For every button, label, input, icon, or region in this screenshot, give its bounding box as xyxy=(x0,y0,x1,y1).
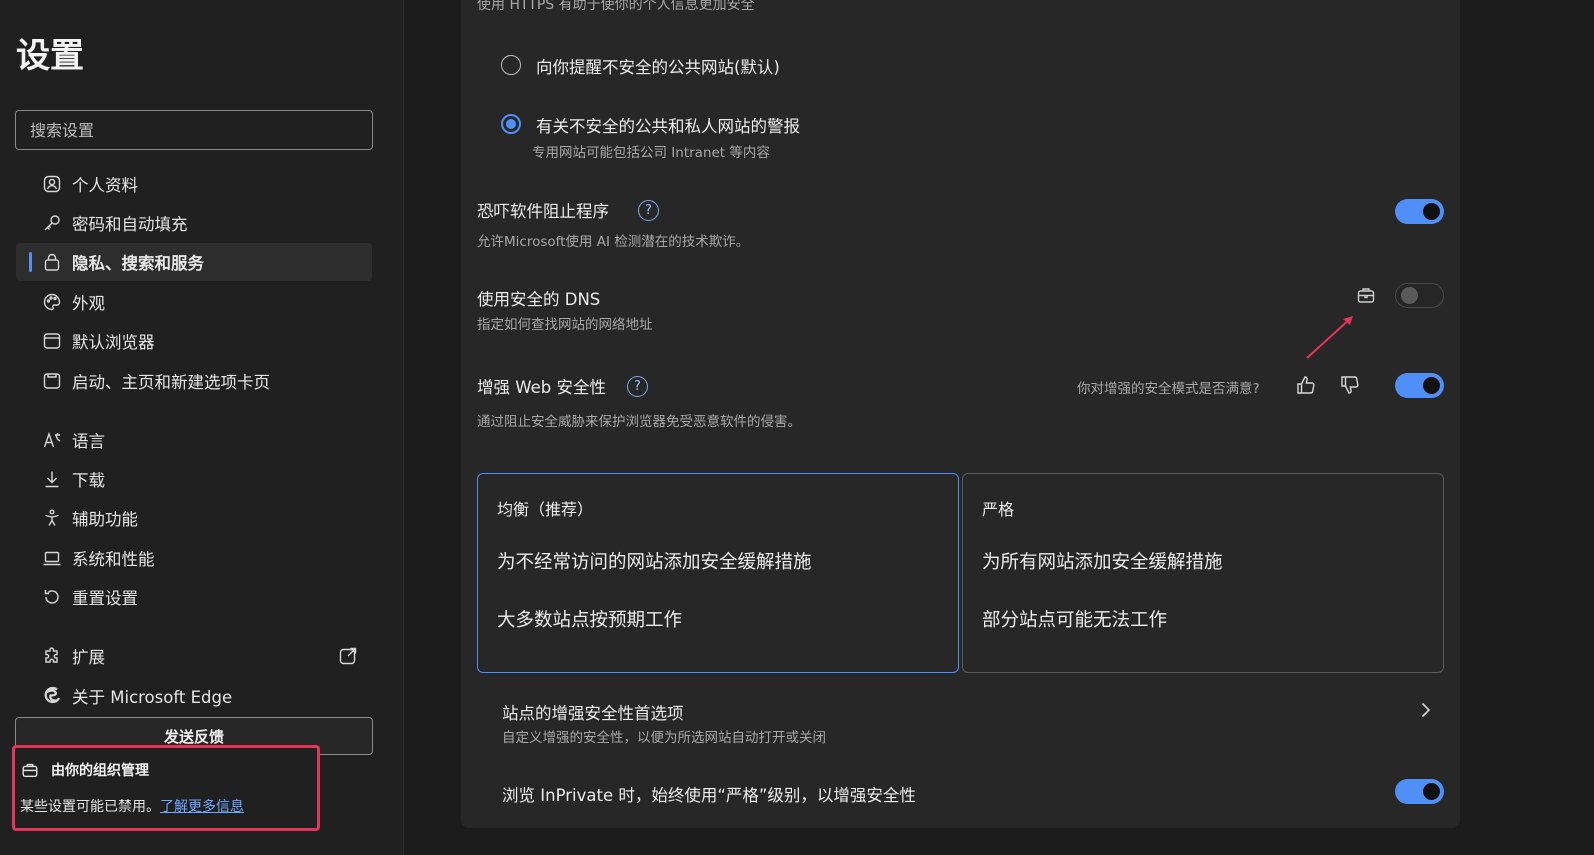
sidebar-item-extensions[interactable]: 扩展 xyxy=(16,637,372,675)
sidebar-item-language[interactable]: 语言 xyxy=(16,421,372,459)
scareware-blocker-label: 恐吓软件阻止程序 xyxy=(477,202,609,221)
learn-more-link[interactable]: 了解更多信息 xyxy=(160,799,244,815)
secure-dns-label: 使用安全的 DNS xyxy=(477,290,601,309)
download-icon xyxy=(42,469,62,489)
managed-text: 某些设置可能已禁用。了解更多信息 xyxy=(20,796,244,816)
sidebar-item-label: 重置设置 xyxy=(72,589,138,608)
enhanced-security-toggle[interactable] xyxy=(1395,373,1444,398)
managed-by-org-notice: 由你的组织管理 某些设置可能已禁用。了解更多信息 xyxy=(12,745,320,831)
secure-dns-toggle[interactable] xyxy=(1395,283,1444,308)
balanced-line1: 为不经常访问的网站添加安全缓解措施 xyxy=(497,552,812,573)
radio-warn-public-label: 向你提醒不安全的公共网站(默认) xyxy=(536,58,780,77)
sidebar-item-label: 系统和性能 xyxy=(72,550,155,569)
briefcase-icon xyxy=(1356,285,1376,305)
radio-warn-public-private-desc: 专用网站可能包括公司 Intranet 等内容 xyxy=(532,145,770,161)
page-title: 设置 xyxy=(16,36,84,76)
sidebar-item-startup[interactable]: 启动、主页和新建选项卡页 xyxy=(16,362,372,400)
radio-warn-public[interactable] xyxy=(501,55,521,75)
strict-title: 严格 xyxy=(982,500,1015,519)
radio-warn-public-private-label: 有关不安全的公共和私人网站的警报 xyxy=(536,117,800,136)
annotation-arrow xyxy=(1306,316,1353,359)
sidebar-item-label: 启动、主页和新建选项卡页 xyxy=(72,373,270,392)
balanced-line2: 大多数站点按预期工作 xyxy=(497,610,683,631)
scareware-blocker-toggle[interactable] xyxy=(1395,199,1444,224)
sidebar-item-profile[interactable]: 个人资料 xyxy=(16,165,372,203)
radio-warn-public-private[interactable] xyxy=(501,114,521,134)
browser-icon xyxy=(42,331,62,351)
sidebar-item-passwords[interactable]: 密码和自动填充 xyxy=(16,204,372,242)
puzzle-icon xyxy=(42,646,62,666)
palette-icon xyxy=(42,292,62,312)
external-link-icon[interactable] xyxy=(338,646,358,666)
edge-icon xyxy=(42,686,62,706)
inprivate-strict-toggle[interactable] xyxy=(1395,779,1444,804)
sidebar-item-label: 密码和自动填充 xyxy=(72,215,188,234)
sidebar-item-label: 关于 Microsoft Edge xyxy=(72,688,233,707)
key-icon xyxy=(42,213,62,233)
briefcase-icon xyxy=(22,763,38,777)
sidebar-item-system[interactable]: 系统和性能 xyxy=(16,539,372,577)
sidebar-item-label: 辅助功能 xyxy=(72,510,138,529)
language-icon xyxy=(42,430,62,450)
home-icon xyxy=(42,371,62,391)
inprivate-strict-label: 浏览 InPrivate 时，始终使用“严格”级别，以增强安全性 xyxy=(502,786,916,805)
sidebar-item-appearance[interactable]: 外观 xyxy=(16,283,372,321)
enhanced-security-label: 增强 Web 安全性 xyxy=(477,378,606,397)
balanced-level-card[interactable]: 均衡（推荐） 为不经常访问的网站添加安全缓解措施 大多数站点按预期工作 xyxy=(477,473,959,673)
sidebar-item-privacy[interactable]: 隐私、搜索和服务 xyxy=(16,243,372,281)
chevron-right-icon xyxy=(1415,700,1435,720)
sidebar-item-about[interactable]: 关于 Microsoft Edge xyxy=(16,677,372,715)
sidebar-item-default-browser[interactable]: 默认浏览器 xyxy=(16,322,372,360)
laptop-icon xyxy=(42,548,62,568)
scareware-blocker-desc: 允许Microsoft使用 AI 检测潜在的技术欺诈。 xyxy=(477,234,750,250)
sidebar-item-label: 个人资料 xyxy=(72,176,138,195)
lock-icon xyxy=(42,252,62,272)
sidebar-item-label: 语言 xyxy=(72,432,105,451)
sidebar-item-label: 扩展 xyxy=(72,648,105,667)
settings-window: 设置 个人资料 密码和自动填充 隐私、搜索和服务 外观 xyxy=(0,0,1594,855)
strict-line2: 部分站点可能无法工作 xyxy=(982,610,1168,631)
accessibility-icon xyxy=(42,508,62,528)
managed-title-text: 由你的组织管理 xyxy=(51,763,149,779)
sidebar-item-accessibility[interactable]: 辅助功能 xyxy=(16,499,372,537)
secure-dns-desc: 指定如何查找网站的网络地址 xyxy=(477,317,653,333)
https-description: 使用 HTTPS 有助于使你的个人信息更加安全 xyxy=(477,0,755,13)
site-preferences-desc: 自定义增强的安全性，以便为所选网站自动打开或关闭 xyxy=(502,730,826,746)
sidebar-item-downloads[interactable]: 下载 xyxy=(16,460,372,498)
search-input[interactable] xyxy=(15,110,373,150)
managed-title: 由你的组织管理 xyxy=(21,760,149,780)
profile-icon xyxy=(42,174,62,194)
reset-icon xyxy=(42,587,62,607)
sidebar-item-label: 外观 xyxy=(72,294,105,313)
active-indicator xyxy=(29,252,32,272)
sidebar: 设置 个人资料 密码和自动填充 隐私、搜索和服务 外观 xyxy=(0,0,404,855)
balanced-title: 均衡（推荐） xyxy=(497,500,594,519)
managed-description: 某些设置可能已禁用。 xyxy=(20,799,160,815)
help-icon[interactable]: ? xyxy=(638,200,659,221)
site-preferences-label: 站点的增强安全性首选项 xyxy=(502,704,684,723)
strict-line1: 为所有网站添加安全缓解措施 xyxy=(982,552,1223,573)
thumbs-up-icon[interactable] xyxy=(1295,374,1317,396)
sidebar-item-label: 隐私、搜索和服务 xyxy=(72,254,204,273)
sidebar-item-label: 默认浏览器 xyxy=(72,333,155,352)
strict-level-card[interactable]: 严格 为所有网站添加安全缓解措施 部分站点可能无法工作 xyxy=(962,473,1444,673)
feedback-question: 你对增强的安全模式是否满意? xyxy=(1077,381,1260,397)
sidebar-item-reset[interactable]: 重置设置 xyxy=(16,578,372,616)
thumbs-down-icon[interactable] xyxy=(1339,374,1361,396)
help-icon[interactable]: ? xyxy=(627,376,648,397)
sidebar-item-label: 下载 xyxy=(72,471,105,490)
enhanced-security-desc: 通过阻止安全威胁来保护浏览器免受恶意软件的侵害。 xyxy=(477,414,801,430)
